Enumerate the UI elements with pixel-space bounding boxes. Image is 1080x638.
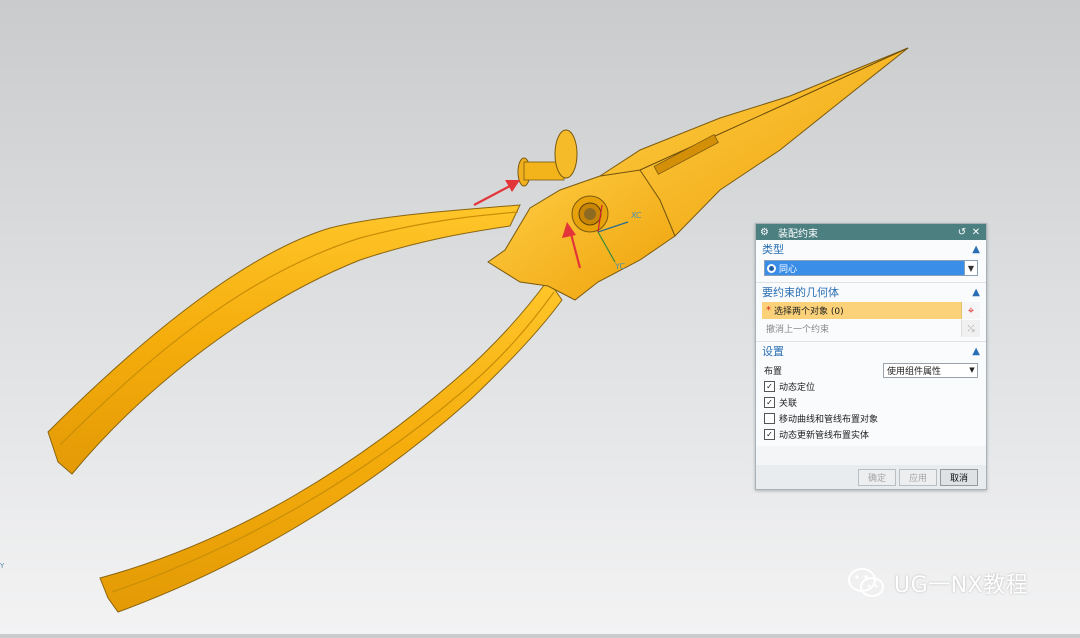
triad-x-label: XC [631,211,642,220]
checkbox-row-dynamic-positioning[interactable]: ✓ 动态定位 [764,378,978,394]
arrow-1 [473,185,511,206]
settings-section: 设置 ▲ 布置 使用组件属性 ▼ ✓ 动态定位 ✓ 关联 移动曲线和管线布置对象 [756,342,986,446]
gear-icon[interactable]: ⚙ [760,227,772,238]
checkbox-label: 动态定位 [779,382,816,393]
settings-section-label: 设置 [762,345,784,358]
checkbox-row-move-curves[interactable]: 移动曲线和管线布置对象 [764,410,978,426]
upper-handle [47,204,521,475]
apply-button[interactable]: 应用 [899,468,937,486]
chevron-down-icon[interactable]: ▼ [964,261,977,275]
type-section-label: 类型 [762,243,784,256]
geometry-section: 要约束的几何体 ▲ * 选择两个对象 (0) ⌖ 撤消上一个约束 ⤯ [756,283,986,342]
ok-button[interactable]: 确定 [858,468,896,486]
pivot-body [487,169,676,301]
checkbox-label: 动态更新管线布置实体 [779,430,870,441]
corner-axis-label: Y [0,562,5,570]
required-asterisk-icon: * [766,305,771,316]
checkbox-row-dynamic-update[interactable]: ✓ 动态更新管线布置实体 [764,426,978,442]
watermark-text: UG一NX教程 [894,573,1029,598]
chevron-up-icon[interactable]: ▲ [972,244,980,255]
pin-part [517,129,578,187]
chevron-up-icon[interactable]: ▲ [972,287,980,298]
move-curves-checkbox[interactable] [764,412,775,424]
crosshair-icon[interactable]: ⌖ [961,302,980,319]
layout-select-value: 使用组件属性 [887,366,942,377]
checkbox-label: 关联 [779,398,798,409]
settings-section-header[interactable]: 设置 ▲ [756,342,986,360]
assembly-constraints-dialog: ⚙ 装配约束 ↺ ✕ 类型 ▲ 同心 ▼ 要约束的几何体 ▲ * 选择两个对象 … [755,223,987,490]
dialog-button-bar: 确定 应用 取消 [756,465,986,489]
layout-label: 布置 [764,366,783,377]
dynamic-update-checkbox[interactable]: ✓ [764,428,775,440]
select-objects-row[interactable]: * 选择两个对象 (0) ⌖ [762,302,980,319]
type-section: 类型 ▲ 同心 ▼ [756,240,986,283]
chevron-down-icon[interactable]: ▼ [967,366,977,374]
undo-constraint-icon[interactable]: ⤯ [961,320,980,337]
geometry-section-header[interactable]: 要约束的几何体 ▲ [756,283,986,301]
select-objects-label: 选择两个对象 (0) [774,307,844,317]
layout-select[interactable]: 使用组件属性 ▼ [883,362,978,378]
geometry-section-label: 要约束的几何体 [762,286,839,299]
concentric-icon [767,263,776,273]
dialog-title: 装配约束 [778,228,818,240]
close-icon[interactable]: ✕ [970,227,982,238]
dialog-titlebar[interactable]: ⚙ 装配约束 ↺ ✕ [756,224,986,240]
chevron-up-icon[interactable]: ▲ [972,346,980,357]
watermark: UG一NX教程 [846,566,1028,600]
wechat-icon [848,568,884,597]
type-select[interactable]: 同心 ▼ [764,260,978,276]
type-select-value: 同心 [779,264,798,275]
checkbox-row-associative[interactable]: ✓ 关联 [764,394,978,410]
undo-last-constraint-row[interactable]: 撤消上一个约束 ⤯ [762,320,980,337]
reset-icon[interactable]: ↺ [956,227,968,238]
cancel-button[interactable]: 取消 [940,468,978,486]
undo-last-constraint-label: 撤消上一个约束 [766,325,830,335]
checkbox-label: 移动曲线和管线布置对象 [779,414,879,425]
dynamic-positioning-checkbox[interactable]: ✓ [764,380,775,392]
associative-checkbox[interactable]: ✓ [764,396,775,408]
layout-row: 布置 使用组件属性 ▼ [764,362,978,378]
type-section-header[interactable]: 类型 ▲ [756,240,986,258]
triad-y-label: YC [615,262,626,271]
